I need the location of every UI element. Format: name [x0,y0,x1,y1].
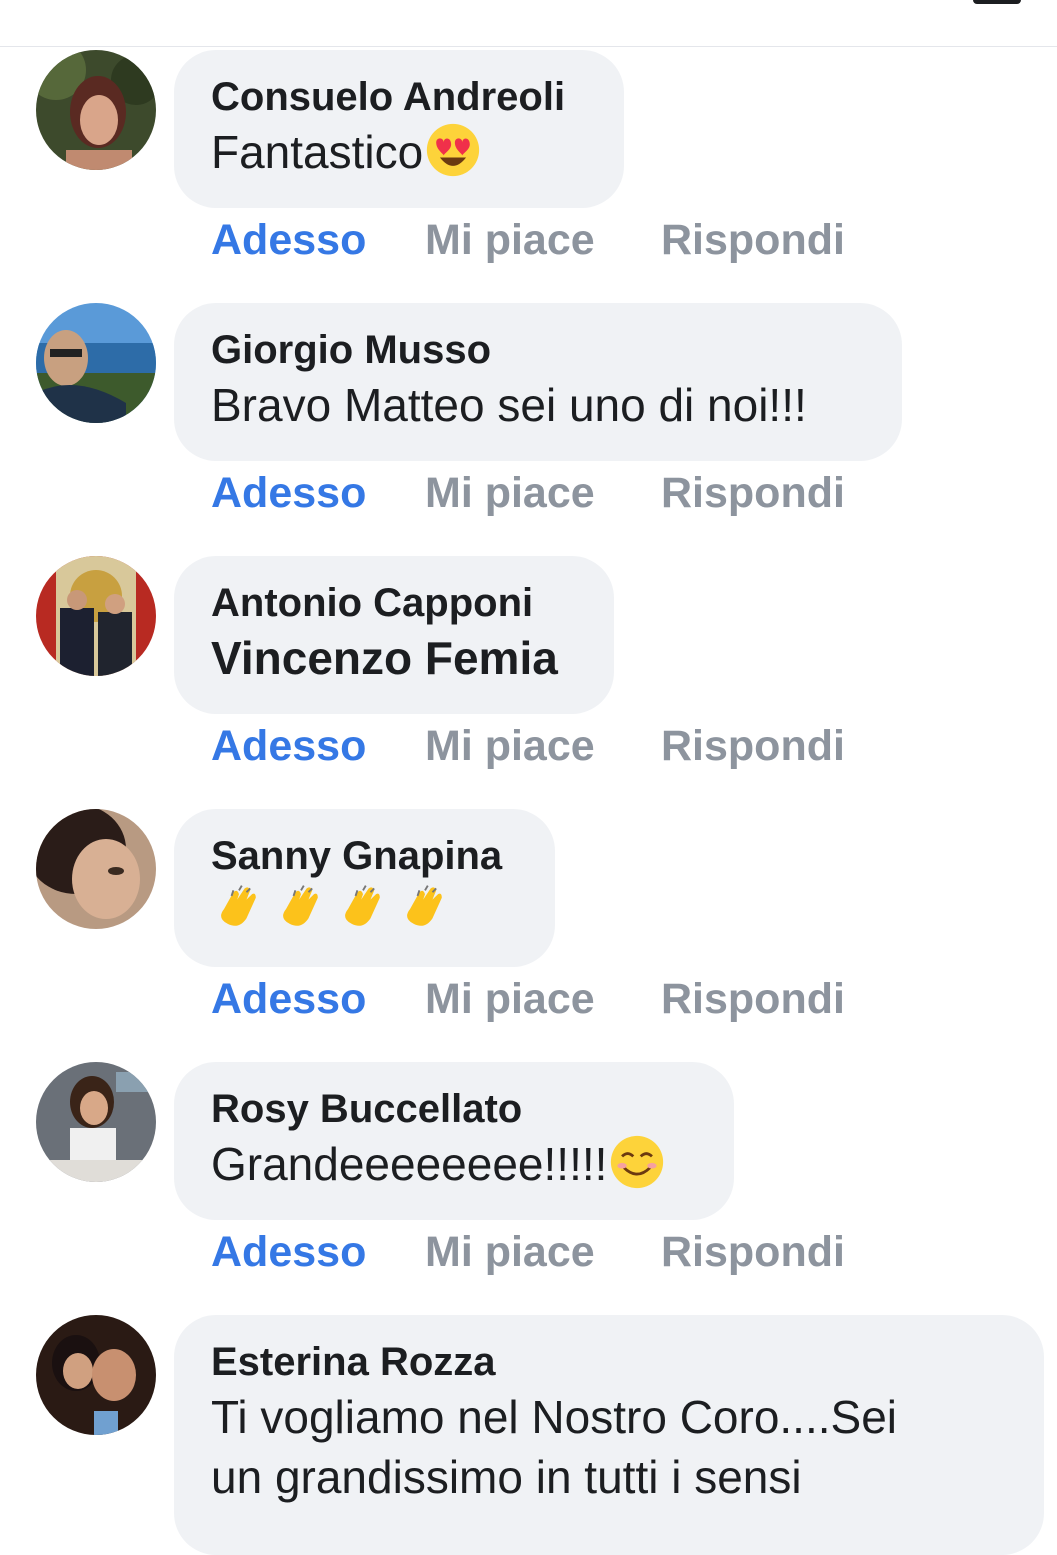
avatar[interactable] [36,1315,156,1435]
like-button[interactable]: Mi piace [425,468,595,518]
comment-text-line: Ti vogliamo nel Nostro Coro....Sei [211,1391,898,1443]
smiling-face-emoji-icon [607,1134,667,1204]
comment-author[interactable]: Antonio Capponi [211,578,578,628]
avatar[interactable] [36,556,156,676]
like-button[interactable]: Mi piace [425,974,595,1024]
menu-icon[interactable] [973,0,1021,4]
comment-author[interactable]: Consuelo Andreoli [211,72,588,122]
timestamp-link[interactable]: Adesso [211,1227,366,1277]
timestamp-link[interactable]: Adesso [211,721,366,771]
clapping-hands-emoji-icon [273,881,329,951]
comment-bubble: Rosy Buccellato Grandeeeeeeee!!!!! [174,1062,734,1220]
comment-author[interactable]: Rosy Buccellato [211,1084,698,1134]
top-bar [0,0,1057,47]
comment-bubble: Giorgio Musso Bravo Matteo sei uno di no… [174,303,902,461]
comment-text: Fantastico [211,122,588,192]
comment-text [211,881,519,941]
comment-text-content: Grandeeeeeeee!!!!! [211,1138,608,1190]
comment-author[interactable]: Giorgio Musso [211,325,866,375]
reply-button[interactable]: Rispondi [661,468,845,518]
clapping-hands-emoji-icon [335,881,391,951]
comment-text: Grandeeeeeeee!!!!! [211,1134,698,1204]
reply-button[interactable]: Rispondi [661,1227,845,1277]
comment-text-line: un grandissimo in tutti i sensi [211,1451,802,1503]
mentioned-user-link[interactable]: Vincenzo Femia [211,628,578,688]
comment-text-content: Fantastico [211,126,424,178]
timestamp-link[interactable]: Adesso [211,468,366,518]
like-button[interactable]: Mi piace [425,215,595,265]
like-button[interactable]: Mi piace [425,721,595,771]
reply-button[interactable]: Rispondi [661,721,845,771]
avatar[interactable] [36,809,156,929]
reply-button[interactable]: Rispondi [661,974,845,1024]
timestamp-link[interactable]: Adesso [211,215,366,265]
like-button[interactable]: Mi piace [425,1227,595,1277]
comment-bubble: Consuelo Andreoli Fantastico [174,50,624,208]
comment-author[interactable]: Esterina Rozza [211,1337,1008,1387]
avatar[interactable] [36,303,156,423]
comment-bubble: Antonio Capponi Vincenzo Femia [174,556,614,714]
clapping-hands-emoji-icon [211,881,267,951]
comment-bubble: Sanny Gnapina [174,809,555,967]
reply-button[interactable]: Rispondi [661,215,845,265]
comment-text: Bravo Matteo sei uno di noi!!! [211,379,807,431]
avatar[interactable] [36,50,156,170]
comment-bubble: Esterina Rozza Ti vogliamo nel Nostro Co… [174,1315,1044,1555]
comment-author[interactable]: Sanny Gnapina [211,831,519,881]
timestamp-link[interactable]: Adesso [211,974,366,1024]
heart-eyes-emoji-icon [423,122,483,192]
clapping-hands-emoji-icon [397,881,453,951]
avatar[interactable] [36,1062,156,1182]
